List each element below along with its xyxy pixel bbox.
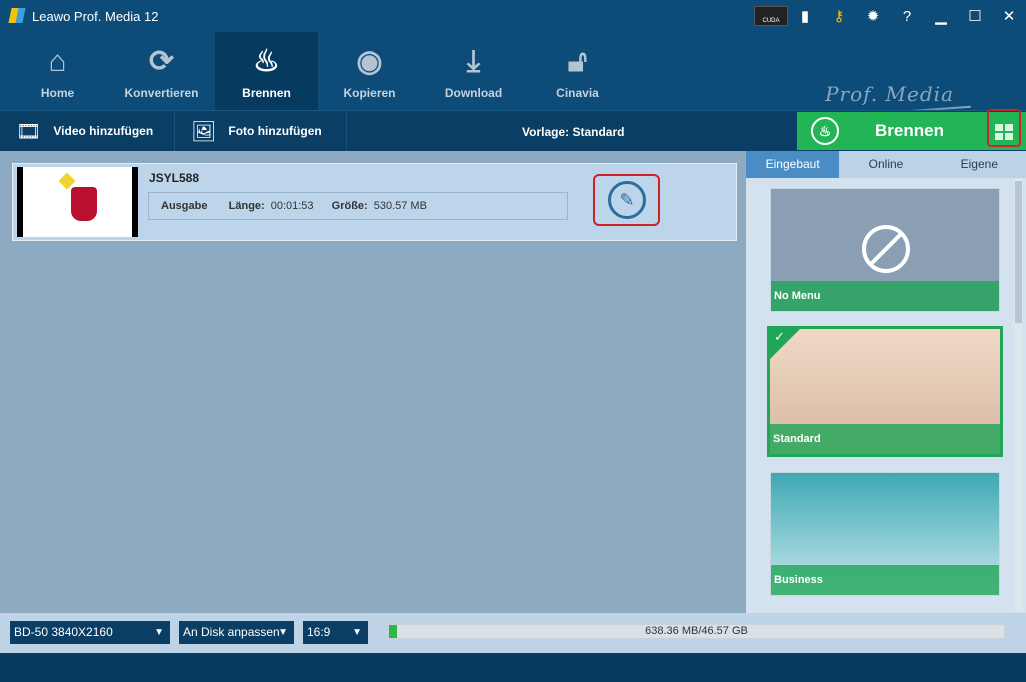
add-video-button[interactable]: 🎞︎ Video hinzufügen <box>0 111 175 151</box>
disc-icon: ◉ <box>356 45 383 78</box>
burn-button[interactable]: ♨ Brennen <box>797 112 985 150</box>
aspect-ratio-select[interactable]: 16:9 ▼ <box>303 621 368 644</box>
nav-download[interactable]: ⤓ Download <box>422 32 525 110</box>
help-icon[interactable]: ? <box>890 8 924 25</box>
minimize-icon[interactable]: ▁ <box>924 7 958 25</box>
check-icon: ✓ <box>774 329 785 344</box>
video-thumbnail <box>17 167 138 237</box>
download-icon: ⤓ <box>466 45 481 78</box>
unlock-icon: 🔓︎ <box>567 45 588 78</box>
chat-icon[interactable]: ▮ <box>788 7 822 25</box>
flame-icon: ♨ <box>811 117 839 145</box>
key-icon[interactable]: ⚷ <box>822 7 856 25</box>
toolbar: 🎞︎ Video hinzufügen 🖼︎ Foto hinzufügen Vor… <box>0 109 1026 151</box>
chevron-down-icon: ▼ <box>154 627 164 638</box>
brand-logo: Prof. Media <box>825 82 954 106</box>
main-nav: ⌂ Home ⟳ Konvertieren ♨ Brennen ◉ Kopieren ⤓… <box>0 32 1026 121</box>
gear-icon[interactable]: ✹ <box>856 7 890 25</box>
close-icon[interactable]: ✕ <box>992 7 1026 25</box>
grid-icon <box>995 124 1013 140</box>
template-standard[interactable]: ✓ Standard <box>767 326 1003 457</box>
template-label: Vorlage: Standard <box>522 125 625 139</box>
app-title: Leawo Prof. Media 12 <box>32 9 159 24</box>
title-bar: Leawo Prof. Media 12 CUDA ▮ ⚷ ✹ ? ▁ ☐ ✕ <box>0 0 1026 32</box>
home-icon: ⌂ <box>48 45 67 78</box>
chevron-down-icon: ▼ <box>352 627 362 638</box>
fit-mode-select[interactable]: An Disk anpassen ▼ <box>179 621 294 644</box>
template-no-menu[interactable]: No Menu <box>770 188 1000 312</box>
video-info: Ausgabe Länge: 00:01:53 Größe: 530.57 MB <box>148 192 568 220</box>
disc-usage-text: 638.36 MB/46.57 GB <box>645 625 748 637</box>
film-edit-icon: ✎ <box>608 181 646 219</box>
nav-cinavia[interactable]: 🔓︎ Cinavia <box>526 32 629 110</box>
nav-kopieren[interactable]: ◉ Kopieren <box>318 32 421 110</box>
nav-home[interactable]: ⌂ Home <box>6 32 109 110</box>
nav-brennen[interactable]: ♨ Brennen <box>215 32 318 110</box>
convert-icon: ⟳ <box>148 45 175 78</box>
no-menu-icon <box>862 225 910 273</box>
tab-eigene[interactable]: Eigene <box>933 151 1026 178</box>
tab-eingebaut[interactable]: Eingebaut <box>746 151 840 178</box>
maximize-icon[interactable]: ☐ <box>958 7 992 25</box>
template-business[interactable]: Business <box>770 472 1000 596</box>
app-logo-icon <box>8 8 26 23</box>
video-list: JSYL588 Ausgabe Länge: 00:01:53 Größe: 530… <box>0 151 746 613</box>
template-panel: Eingebaut Online Eigene No Menu ✓ Standa… <box>746 151 1026 613</box>
menu-grid-button[interactable] <box>985 109 1026 150</box>
film-add-icon: 🎞︎ <box>16 120 42 143</box>
chevron-down-icon: ▼ <box>278 627 288 638</box>
nav-konvertieren[interactable]: ⟳ Konvertieren <box>110 32 213 110</box>
list-item[interactable]: JSYL588 Ausgabe Länge: 00:01:53 Größe: 530… <box>12 163 737 241</box>
flame-icon: ♨ <box>253 45 280 78</box>
template-scrollbar[interactable] <box>1014 179 1023 611</box>
disc-type-select[interactable]: BD-50 3840X2160 ▼ <box>10 621 170 644</box>
edit-video-button[interactable]: ✎ <box>593 174 660 226</box>
cuda-icon[interactable]: CUDA <box>754 6 788 26</box>
add-photo-button[interactable]: 🖼︎ Foto hinzufügen <box>175 111 347 151</box>
photo-add-icon: 🖼︎ <box>191 120 217 143</box>
video-name: JSYL588 <box>149 171 200 185</box>
tab-online[interactable]: Online <box>839 151 932 178</box>
bottom-bar: BD-50 3840X2160 ▼ An Disk anpassen ▼ 16:9 ▼… <box>0 613 1026 653</box>
status-bar <box>0 653 1026 682</box>
disc-usage-bar: 638.36 MB/46.57 GB <box>388 624 1005 639</box>
